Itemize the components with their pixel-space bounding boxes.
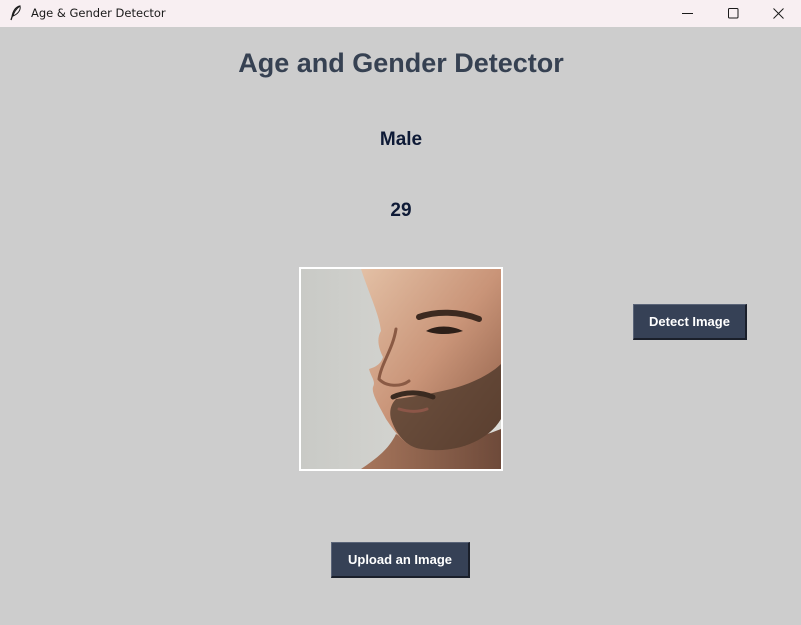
window-titlebar: Age & Gender Detector: [0, 0, 801, 27]
window-title: Age & Gender Detector: [31, 6, 166, 20]
maximize-button[interactable]: [710, 0, 756, 27]
upload-image-button[interactable]: Upload an Image: [331, 542, 470, 578]
age-result-label: 29: [390, 200, 412, 221]
close-button[interactable]: [755, 0, 801, 27]
minimize-button[interactable]: [664, 0, 710, 27]
app-client-area: Age and Gender Detector Male 29 Detect I…: [1, 27, 801, 625]
feather-icon: [9, 5, 23, 21]
page-title: Age and Gender Detector: [238, 48, 564, 78]
maximize-icon: [727, 8, 739, 19]
uploaded-face-image: [299, 267, 503, 471]
minimize-icon: [681, 8, 693, 19]
detect-image-button[interactable]: Detect Image: [633, 304, 747, 340]
gender-result-label: Male: [379, 129, 423, 150]
close-icon: [772, 8, 784, 19]
